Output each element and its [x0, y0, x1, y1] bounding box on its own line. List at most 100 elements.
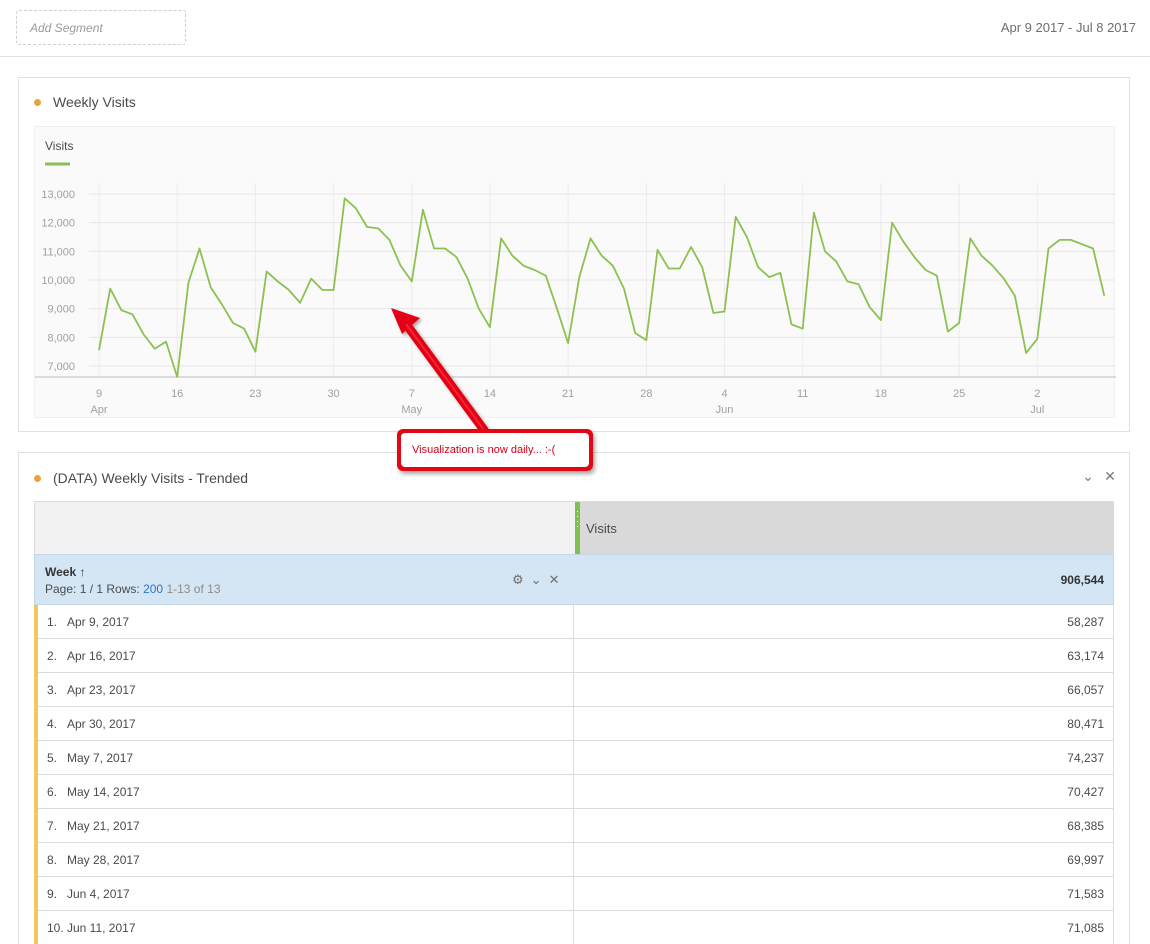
- rows-per-page-link[interactable]: 200: [143, 582, 163, 596]
- dimension-tools: ⚙ ⌄ ✕: [512, 572, 559, 588]
- table-row[interactable]: 8. May 28, 2017 69,997: [34, 843, 1114, 877]
- series-line-visits: [98, 197, 1106, 378]
- table-row[interactable]: 9. Jun 4, 2017 71,583: [34, 877, 1114, 911]
- table-row[interactable]: 4. Apr 30, 2017 80,471: [34, 707, 1114, 741]
- table-row[interactable]: 2. Apr 16, 2017 63,174: [34, 639, 1114, 673]
- table-row[interactable]: 10. Jun 11, 2017 71,085: [34, 911, 1114, 944]
- row-label[interactable]: Apr 16, 2017: [67, 649, 136, 663]
- row-number: 1.: [47, 615, 58, 629]
- row-label[interactable]: Jun 4, 2017: [67, 887, 130, 901]
- gear-icon[interactable]: ⚙: [512, 572, 524, 588]
- page-indicator: Page: 1 / 1: [45, 582, 104, 596]
- y-tick-label: 8,000: [47, 332, 75, 344]
- x-tick-label: 11: [797, 388, 808, 400]
- row-value[interactable]: 74,237: [1067, 751, 1104, 765]
- close-icon[interactable]: ✕: [1103, 469, 1117, 483]
- column-divider: [573, 843, 574, 876]
- y-tick-label: 13,000: [41, 189, 75, 201]
- row-number: 9.: [47, 887, 58, 901]
- line-chart-svg: Visits 13,000 12,000 11,000 10,000 9,000 8,000…: [35, 139, 1116, 416]
- rows-range: 1-13 of 13: [166, 582, 221, 596]
- y-tick-label: 10,000: [41, 275, 75, 287]
- annotation-callout: Visualization is now daily... :-(: [397, 429, 593, 471]
- panel-title[interactable]: (DATA) Weekly Visits - Trended: [53, 470, 248, 486]
- column-divider: [573, 707, 574, 740]
- y-tick-label: 11,000: [42, 246, 75, 258]
- x-tick-label: 30: [327, 388, 339, 400]
- freeform-table-panel: (DATA) Weekly Visits - Trended ⌄ ✕ Visit…: [18, 452, 1130, 944]
- row-value[interactable]: 71,583: [1067, 887, 1104, 901]
- column-divider: [573, 911, 574, 944]
- row-label[interactable]: Apr 9, 2017: [67, 615, 129, 629]
- row-value[interactable]: 66,057: [1067, 683, 1104, 697]
- row-label[interactable]: May 14, 2017: [67, 785, 140, 799]
- row-value[interactable]: 58,287: [1067, 615, 1104, 629]
- row-value[interactable]: 70,427: [1067, 785, 1104, 799]
- column-divider: [573, 877, 574, 910]
- table-row[interactable]: 3. Apr 23, 2017 66,057: [34, 673, 1114, 707]
- date-range-picker[interactable]: Apr 9 2017 - Jul 8 2017: [1001, 20, 1136, 35]
- table-row[interactable]: 6. May 14, 2017 70,427: [34, 775, 1114, 809]
- drag-handle[interactable]: [575, 502, 580, 554]
- row-number: 4.: [47, 717, 58, 731]
- row-number: 7.: [47, 819, 58, 833]
- row-label[interactable]: May 28, 2017: [67, 853, 140, 867]
- panel-title[interactable]: Weekly Visits: [53, 94, 136, 110]
- panel-controls: ⌄ ✕: [1081, 469, 1117, 483]
- column-divider: [573, 605, 574, 638]
- x-tick-label: 21: [562, 388, 574, 400]
- sort-arrow-icon[interactable]: ↑: [79, 565, 85, 579]
- x-tick-label: 16: [171, 388, 183, 400]
- row-value[interactable]: 63,174: [1067, 649, 1104, 663]
- y-tick-label: 9,000: [47, 304, 75, 316]
- freeform-table: Visits Week ↑ Page: 1 / 1 Rows: 200 1-13…: [34, 501, 1114, 944]
- row-value[interactable]: 80,471: [1067, 717, 1104, 731]
- row-number: 10.: [47, 921, 64, 935]
- y-tick-label: 12,000: [41, 218, 75, 230]
- metric-total: 906,544: [1060, 573, 1104, 587]
- panel-status-dot: [34, 99, 41, 106]
- column-divider: [573, 639, 574, 672]
- collapse-chevron-icon[interactable]: ⌄: [1081, 469, 1095, 483]
- annotation-callout-inner: Visualization is now daily... :-(: [401, 433, 589, 467]
- x-tick-label: 25: [953, 388, 965, 400]
- metric-column-header[interactable]: Visits: [575, 502, 1114, 554]
- table-row[interactable]: 7. May 21, 2017 68,385: [34, 809, 1114, 843]
- x-tick-label: 23: [249, 388, 261, 400]
- dimension-title[interactable]: Week ↑: [45, 565, 85, 579]
- x-tick-label: 4: [721, 388, 727, 400]
- annotation-arrow: [391, 308, 489, 435]
- metric-label: Visits: [586, 521, 617, 536]
- x-month-label: Apr: [90, 404, 107, 416]
- x-tick-label: 2: [1034, 388, 1040, 400]
- column-divider: [573, 673, 574, 706]
- close-icon[interactable]: ✕: [549, 572, 560, 588]
- row-number: 6.: [47, 785, 58, 799]
- panel-status-dot: [34, 475, 41, 482]
- annotation-text: Visualization is now daily... :-(: [412, 444, 556, 456]
- x-month-label: Jun: [716, 404, 734, 416]
- x-tick-label: 18: [875, 388, 887, 400]
- row-value[interactable]: 71,085: [1067, 921, 1104, 935]
- column-divider: [573, 775, 574, 808]
- row-value[interactable]: 68,385: [1067, 819, 1104, 833]
- row-label[interactable]: Apr 23, 2017: [67, 683, 136, 697]
- chevron-down-icon[interactable]: ⌄: [531, 572, 542, 588]
- table-row[interactable]: 5. May 7, 2017 74,237: [34, 741, 1114, 775]
- legend-label: Visits: [45, 139, 73, 153]
- row-label[interactable]: Apr 30, 2017: [67, 717, 136, 731]
- row-label[interactable]: May 7, 2017: [67, 751, 133, 765]
- row-number: 5.: [47, 751, 58, 765]
- row-number: 2.: [47, 649, 58, 663]
- table-column-header: Visits: [34, 501, 1114, 554]
- segment-bar: Add Segment Apr 9 2017 - Jul 8 2017: [0, 0, 1150, 57]
- y-tick-label: 7,000: [47, 361, 75, 373]
- add-segment-dropzone[interactable]: Add Segment: [16, 10, 186, 45]
- row-label[interactable]: Jun 11, 2017: [67, 921, 136, 935]
- column-divider: [573, 741, 574, 774]
- line-chart: Visits 13,000 12,000 11,000 10,000 9,000 8,000…: [34, 126, 1116, 418]
- table-row[interactable]: 1. Apr 9, 2017 58,287: [34, 605, 1114, 639]
- dimension-header: Week ↑ Page: 1 / 1 Rows: 200 1-13 of 13 …: [34, 554, 1114, 605]
- row-value[interactable]: 69,997: [1067, 853, 1104, 867]
- row-label[interactable]: May 21, 2017: [67, 819, 140, 833]
